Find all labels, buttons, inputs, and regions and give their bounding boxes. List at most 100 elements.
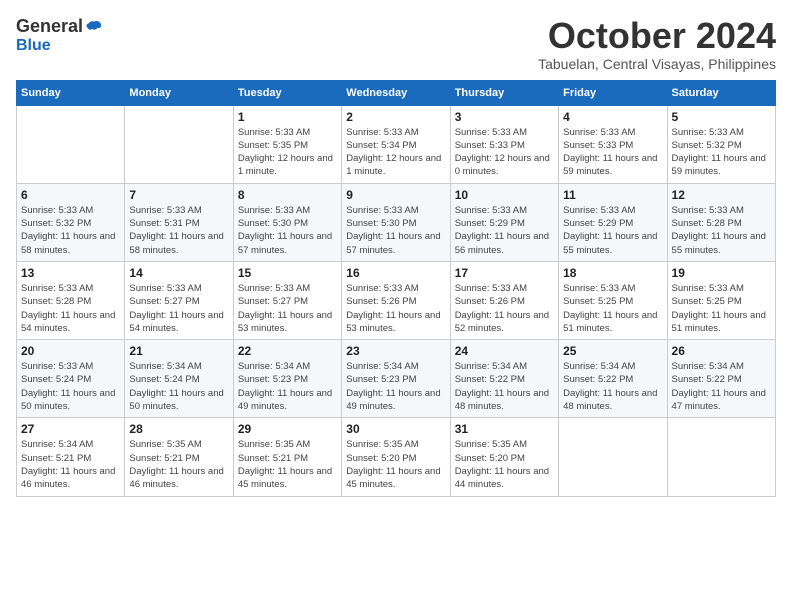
weekday-thursday: Thursday — [450, 80, 558, 105]
calendar-cell — [667, 418, 775, 496]
calendar-cell: 8Sunrise: 5:33 AM Sunset: 5:30 PM Daylig… — [233, 183, 341, 261]
calendar-cell — [559, 418, 667, 496]
calendar-cell: 28Sunrise: 5:35 AM Sunset: 5:21 PM Dayli… — [125, 418, 233, 496]
weekday-wednesday: Wednesday — [342, 80, 450, 105]
day-info: Sunrise: 5:33 AM Sunset: 5:27 PM Dayligh… — [238, 282, 337, 335]
day-number: 13 — [21, 266, 120, 280]
day-info: Sunrise: 5:34 AM Sunset: 5:21 PM Dayligh… — [21, 438, 120, 491]
month-title: October 2024 — [538, 16, 776, 56]
calendar-cell: 3 Sunrise: 5:33 AM Sunset: 5:33 PM Daylig… — [450, 105, 558, 183]
day-number: 30 — [346, 422, 445, 436]
day-number: 19 — [672, 266, 771, 280]
day-number: 17 — [455, 266, 554, 280]
calendar-cell: 16 Sunrise: 5:33 AM Sunset: 5:26 PM Dayli… — [342, 261, 450, 339]
calendar-cell: 13 Sunrise: 5:33 AM Sunset: 5:28 PM Dayli… — [17, 261, 125, 339]
day-info: Sunrise: 5:33 AM Sunset: 5:32 PM Dayligh… — [21, 204, 120, 257]
day-info: Sunrise: 5:33 AM Sunset: 5:33 PM Dayligh… — [455, 126, 554, 179]
day-info: Sunrise: 5:34 AM Sunset: 5:22 PM Dayligh… — [455, 360, 554, 413]
calendar-cell: 30Sunrise: 5:35 AM Sunset: 5:20 PM Dayli… — [342, 418, 450, 496]
calendar-cell: 4 Sunrise: 5:33 AM Sunset: 5:33 PM Daylig… — [559, 105, 667, 183]
weekday-friday: Friday — [559, 80, 667, 105]
day-info: Sunrise: 5:34 AM Sunset: 5:23 PM Dayligh… — [346, 360, 445, 413]
day-info: Sunrise: 5:33 AM Sunset: 5:25 PM Dayligh… — [672, 282, 771, 335]
day-number: 23 — [346, 344, 445, 358]
day-number: 11 — [563, 188, 662, 202]
day-number: 27 — [21, 422, 120, 436]
day-number: 2 — [346, 110, 445, 124]
calendar-cell: 10 Sunrise: 5:33 AM Sunset: 5:29 PM Dayli… — [450, 183, 558, 261]
day-info: Sunrise: 5:33 AM Sunset: 5:28 PM Dayligh… — [21, 282, 120, 335]
calendar-cell: 15 Sunrise: 5:33 AM Sunset: 5:27 PM Dayli… — [233, 261, 341, 339]
weekday-saturday: Saturday — [667, 80, 775, 105]
day-number: 22 — [238, 344, 337, 358]
day-number: 25 — [563, 344, 662, 358]
calendar-cell: 2 Sunrise: 5:33 AM Sunset: 5:34 PM Daylig… — [342, 105, 450, 183]
day-info: Sunrise: 5:34 AM Sunset: 5:22 PM Dayligh… — [672, 360, 771, 413]
calendar-cell — [125, 105, 233, 183]
weekday-tuesday: Tuesday — [233, 80, 341, 105]
day-info: Sunrise: 5:33 AM Sunset: 5:32 PM Dayligh… — [672, 126, 771, 179]
day-number: 16 — [346, 266, 445, 280]
day-number: 1 — [238, 110, 337, 124]
day-info: Sunrise: 5:33 AM Sunset: 5:26 PM Dayligh… — [455, 282, 554, 335]
calendar-cell: 26Sunrise: 5:34 AM Sunset: 5:22 PM Dayli… — [667, 340, 775, 418]
calendar-cell: 11Sunrise: 5:33 AM Sunset: 5:29 PM Dayli… — [559, 183, 667, 261]
day-number: 24 — [455, 344, 554, 358]
day-number: 4 — [563, 110, 662, 124]
calendar-cell: 22 Sunrise: 5:34 AM Sunset: 5:23 PM Dayli… — [233, 340, 341, 418]
calendar-cell: 7Sunrise: 5:33 AM Sunset: 5:31 PM Daylig… — [125, 183, 233, 261]
logo-blue: Blue — [16, 37, 51, 54]
calendar-week-2: 6Sunrise: 5:33 AM Sunset: 5:32 PM Daylig… — [17, 183, 776, 261]
location: Tabuelan, Central Visayas, Philippines — [538, 56, 776, 72]
calendar-cell — [17, 105, 125, 183]
calendar-cell: 14Sunrise: 5:33 AM Sunset: 5:27 PM Dayli… — [125, 261, 233, 339]
day-info: Sunrise: 5:35 AM Sunset: 5:21 PM Dayligh… — [238, 438, 337, 491]
logo-general: General — [16, 16, 83, 37]
calendar-header: SundayMondayTuesdayWednesdayThursdayFrid… — [17, 80, 776, 105]
calendar-cell: 25 Sunrise: 5:34 AM Sunset: 5:22 PM Dayli… — [559, 340, 667, 418]
calendar-cell: 21Sunrise: 5:34 AM Sunset: 5:24 PM Dayli… — [125, 340, 233, 418]
calendar-cell: 29Sunrise: 5:35 AM Sunset: 5:21 PM Dayli… — [233, 418, 341, 496]
calendar-cell: 19 Sunrise: 5:33 AM Sunset: 5:25 PM Dayli… — [667, 261, 775, 339]
calendar-body: 1 Sunrise: 5:33 AM Sunset: 5:35 PM Daylig… — [17, 105, 776, 496]
day-info: Sunrise: 5:35 AM Sunset: 5:20 PM Dayligh… — [455, 438, 554, 491]
day-info: Sunrise: 5:33 AM Sunset: 5:34 PM Dayligh… — [346, 126, 445, 179]
weekday-sunday: Sunday — [17, 80, 125, 105]
logo: General Blue — [16, 16, 103, 55]
day-number: 18 — [563, 266, 662, 280]
day-info: Sunrise: 5:33 AM Sunset: 5:27 PM Dayligh… — [129, 282, 228, 335]
calendar-cell: 20 Sunrise: 5:33 AM Sunset: 5:24 PM Dayli… — [17, 340, 125, 418]
day-number: 31 — [455, 422, 554, 436]
day-info: Sunrise: 5:34 AM Sunset: 5:23 PM Dayligh… — [238, 360, 337, 413]
weekday-monday: Monday — [125, 80, 233, 105]
day-number: 21 — [129, 344, 228, 358]
day-number: 15 — [238, 266, 337, 280]
calendar-table: SundayMondayTuesdayWednesdayThursdayFrid… — [16, 80, 776, 497]
calendar-cell: 27 Sunrise: 5:34 AM Sunset: 5:21 PM Dayli… — [17, 418, 125, 496]
calendar-week-5: 27 Sunrise: 5:34 AM Sunset: 5:21 PM Dayli… — [17, 418, 776, 496]
day-number: 7 — [129, 188, 228, 202]
calendar-week-4: 20 Sunrise: 5:33 AM Sunset: 5:24 PM Dayli… — [17, 340, 776, 418]
calendar-cell: 17 Sunrise: 5:33 AM Sunset: 5:26 PM Dayli… — [450, 261, 558, 339]
calendar-cell: 31 Sunrise: 5:35 AM Sunset: 5:20 PM Dayli… — [450, 418, 558, 496]
day-info: Sunrise: 5:33 AM Sunset: 5:25 PM Dayligh… — [563, 282, 662, 335]
day-number: 20 — [21, 344, 120, 358]
logo-bird-icon — [85, 18, 103, 36]
day-number: 10 — [455, 188, 554, 202]
page-header: General Blue October 2024 Tabuelan, Cent… — [16, 16, 776, 72]
day-number: 28 — [129, 422, 228, 436]
day-info: Sunrise: 5:33 AM Sunset: 5:30 PM Dayligh… — [346, 204, 445, 257]
day-info: Sunrise: 5:33 AM Sunset: 5:26 PM Dayligh… — [346, 282, 445, 335]
day-info: Sunrise: 5:34 AM Sunset: 5:22 PM Dayligh… — [563, 360, 662, 413]
day-info: Sunrise: 5:33 AM Sunset: 5:24 PM Dayligh… — [21, 360, 120, 413]
calendar-cell: 5 Sunrise: 5:33 AM Sunset: 5:32 PM Daylig… — [667, 105, 775, 183]
day-info: Sunrise: 5:33 AM Sunset: 5:35 PM Dayligh… — [238, 126, 337, 179]
day-number: 3 — [455, 110, 554, 124]
calendar-cell: 12Sunrise: 5:33 AM Sunset: 5:28 PM Dayli… — [667, 183, 775, 261]
calendar-cell: 1 Sunrise: 5:33 AM Sunset: 5:35 PM Daylig… — [233, 105, 341, 183]
calendar-cell: 24 Sunrise: 5:34 AM Sunset: 5:22 PM Dayli… — [450, 340, 558, 418]
day-info: Sunrise: 5:33 AM Sunset: 5:33 PM Dayligh… — [563, 126, 662, 179]
day-info: Sunrise: 5:33 AM Sunset: 5:29 PM Dayligh… — [455, 204, 554, 257]
day-number: 8 — [238, 188, 337, 202]
day-number: 5 — [672, 110, 771, 124]
